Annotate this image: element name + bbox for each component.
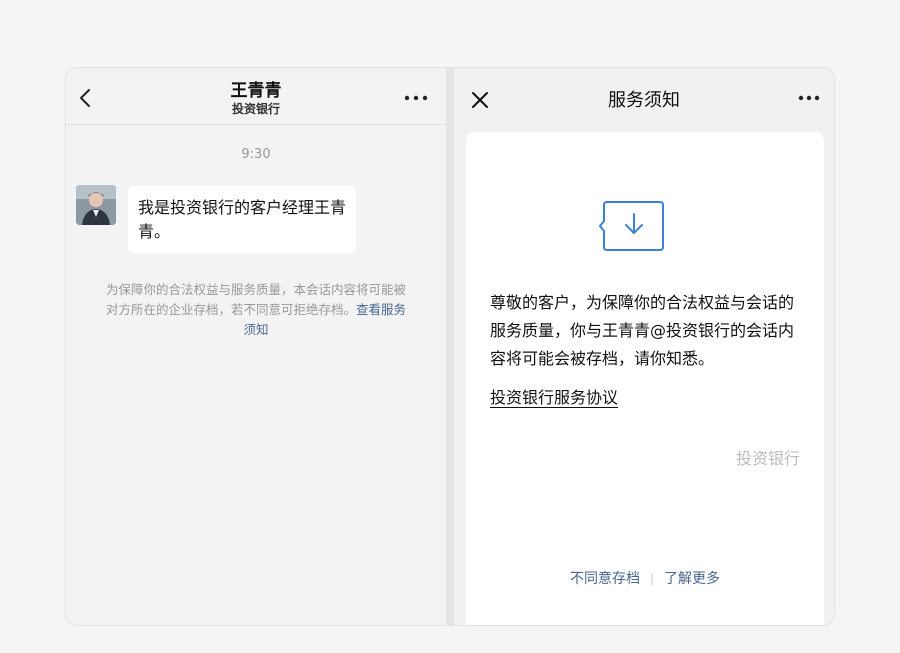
footer-separator: |: [649, 572, 655, 586]
learn-more-button[interactable]: 了解更多: [664, 571, 720, 587]
decline-archive-button[interactable]: 不同意存档: [570, 571, 640, 587]
service-notice-body: 尊敬的客户，为保障你的合法权益与会话的服务质量，你与王青青@投资银行的会话内容将…: [490, 293, 795, 368]
message-bubble: 我是投资银行的客户经理王青青。: [128, 186, 356, 253]
archive-notice: 为保障你的合法权益与服务质量，本会话内容将可能被对方所在的企业存档，若不同意可拒…: [102, 280, 410, 340]
chat-title: 王青青: [230, 81, 282, 101]
chat-panel: 王青青 投资银行 9:30 我是投资银行的客户经理王青青。 为保障你的合法权益与…: [66, 68, 446, 625]
avatar[interactable]: [76, 185, 116, 225]
app-frame: 王青青 投资银行 9:30 我是投资银行的客户经理王青青。 为保障你的合法权益与…: [65, 67, 835, 626]
message-timestamp: 9:30: [241, 147, 271, 162]
archive-download-icon: [599, 201, 664, 251]
more-dots-icon[interactable]: [798, 94, 820, 102]
more-dots-icon[interactable]: [404, 94, 428, 102]
service-agreement-link[interactable]: 投资银行服务协议: [490, 384, 618, 408]
service-notice-title: 服务须知: [608, 90, 680, 111]
service-notice-panel: 服务须知 尊敬的客户，为保障你的合法权益与会话的服务质量，你与王青青@投资银行的…: [454, 68, 834, 625]
panel-divider: [446, 68, 454, 625]
service-notice-header: 服务须知: [454, 68, 834, 130]
signature: 投资银行: [735, 449, 800, 468]
chat-subtitle: 投资银行: [231, 102, 280, 116]
card-footer: 不同意存档 | 了解更多: [466, 568, 824, 588]
service-notice-card: 尊敬的客户，为保障你的合法权益与会话的服务质量，你与王青青@投资银行的会话内容将…: [466, 132, 824, 625]
chat-header: 王青青 投资银行: [66, 68, 446, 125]
